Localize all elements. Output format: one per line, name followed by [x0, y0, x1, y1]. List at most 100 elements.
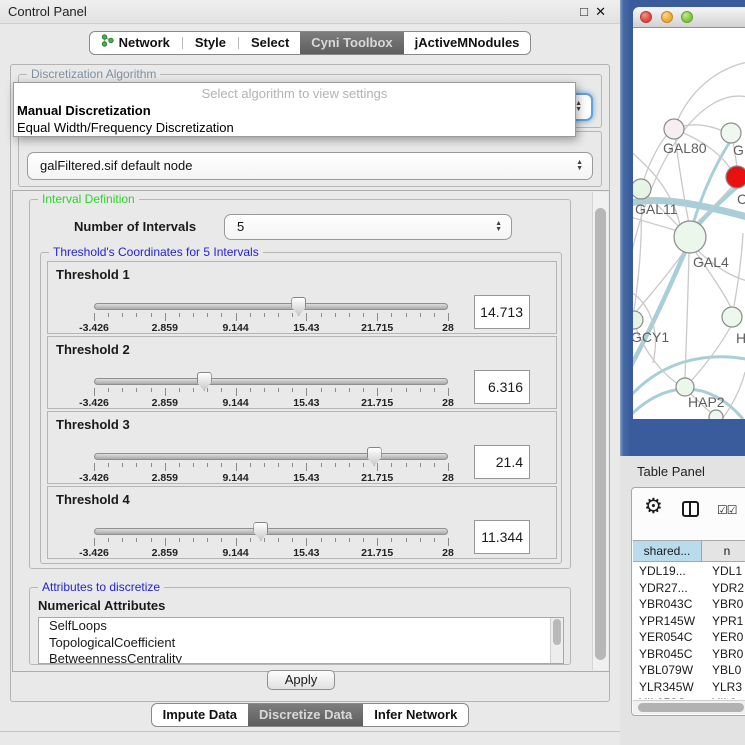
threshold-2-value-field[interactable]: 6.316 [474, 370, 530, 404]
numerical-attributes-label: Numerical Attributes [38, 598, 165, 613]
table-cell-shared[interactable]: YER054C [633, 629, 702, 646]
threshold-3-slider-track[interactable] [94, 453, 448, 460]
float-window-icon[interactable]: □ [580, 4, 588, 19]
network-node[interactable] [633, 311, 643, 329]
threshold-1-slider-track[interactable] [94, 303, 448, 310]
threshold-3-value-field[interactable]: 21.4 [474, 445, 530, 479]
table-cell-name[interactable]: YBR0 [702, 596, 745, 613]
attribute-list-item[interactable]: TopologicalCoefficient [39, 635, 563, 652]
table-row[interactable]: YBR043CYBR0 [633, 596, 745, 613]
table-row[interactable]: YER054CYER0 [633, 629, 745, 646]
table-row[interactable]: YDR27...YDR2 [633, 580, 745, 597]
tab-discretize-data[interactable]: Discretize Data [248, 704, 363, 726]
dropdown-option-equal-width-frequency[interactable]: Equal Width/Frequency Discretization [17, 120, 234, 135]
threshold-2-slider-track[interactable] [94, 378, 448, 385]
tab-cyni-toolbox[interactable]: Cyni Toolbox [300, 32, 403, 54]
number-of-intervals-combobox[interactable]: 5 ▲▼ [224, 214, 512, 240]
tab-impute-data[interactable]: Impute Data [152, 704, 248, 726]
checkbox-icons[interactable]: ☑☑ [717, 503, 737, 517]
tab-network[interactable]: Network [90, 32, 181, 54]
horizontal-scrollbar[interactable] [633, 700, 745, 714]
table-cell-name[interactable]: YBR0 [702, 646, 745, 663]
split-column-icon[interactable] [682, 501, 699, 517]
tick-mark [151, 538, 152, 542]
tick-mark [306, 313, 307, 321]
network-node-label: GCY1 [633, 329, 669, 345]
zoom-traffic-light[interactable] [681, 11, 693, 23]
tick-mark [221, 463, 222, 467]
table-row[interactable]: YBL079WYBL0 [633, 662, 745, 679]
close-icon[interactable]: ✕ [595, 4, 606, 20]
table-cell-name[interactable]: YBL0 [702, 662, 745, 679]
tick-mark [179, 313, 180, 317]
table-row[interactable]: YLR345WYLR3 [633, 679, 745, 696]
tick-mark [221, 388, 222, 392]
thresholds-coordinates-label: Threshold's Coordinates for 5 Intervals [49, 245, 263, 259]
network-node[interactable] [709, 410, 723, 419]
tick-mark [292, 538, 293, 542]
tick-mark [193, 313, 194, 317]
table-row[interactable]: YPR145WYPR1 [633, 613, 745, 630]
vertical-scrollbar[interactable] [592, 192, 608, 670]
tick-mark [420, 388, 421, 392]
network-node[interactable] [664, 119, 684, 139]
attribute-list-item[interactable]: BetweennessCentrality [39, 651, 563, 664]
threshold-4-value-field[interactable]: 11.344 [474, 520, 530, 554]
table-header-name[interactable]: n [702, 541, 745, 561]
table-data-combobox[interactable]: galFiltered.sif default node ▲▼ [27, 152, 593, 180]
tab-jactivemnodules[interactable]: jActiveMNodules [404, 32, 531, 54]
apply-button[interactable]: Apply [267, 670, 335, 690]
table-cell-shared[interactable]: YBL079W [633, 662, 702, 679]
network-node[interactable] [674, 221, 706, 253]
table-header-shared[interactable]: shared... [633, 541, 702, 561]
table-cell-name[interactable]: YDR2 [702, 580, 745, 597]
table-cell-name[interactable]: YLR3 [702, 679, 745, 696]
table-cell-shared[interactable]: YPR145W [633, 613, 702, 630]
table-cell-name[interactable]: YER0 [702, 629, 745, 646]
tab-select[interactable]: Select [240, 32, 300, 54]
threshold-1-value-field[interactable]: 14.713 [474, 295, 530, 329]
dropdown-option-manual-discretization[interactable]: Manual Discretization [17, 103, 151, 118]
tick-mark [391, 538, 392, 542]
tick-mark [335, 313, 336, 317]
table-cell-shared[interactable]: YBR045C [633, 646, 702, 663]
table-cell-shared[interactable]: YIL052C [633, 695, 702, 699]
dropdown-placeholder-option[interactable]: Select algorithm to view settings [14, 86, 575, 101]
close-traffic-light[interactable] [640, 11, 652, 23]
network-node[interactable] [722, 307, 742, 327]
network-view-canvas[interactable]: GAL80G.CGAL11GAL4GCY1HHAP2 [633, 28, 745, 419]
spinner-arrows-icon: ▲▼ [575, 101, 582, 113]
tick-mark [434, 463, 435, 467]
table-cell-shared[interactable]: YDR27... [633, 580, 702, 597]
list-scrollbar-thumb[interactable] [553, 619, 561, 645]
table-cell-name[interactable]: YIL0 [702, 695, 745, 699]
gear-icon[interactable]: ⚙ [644, 496, 663, 518]
network-node-label: C [737, 191, 745, 207]
threshold-4-label: Threshold 4 [56, 492, 130, 507]
network-window-titlebar[interactable] [633, 7, 745, 28]
threshold-4-slider-track[interactable] [94, 528, 448, 535]
list-scrollbar[interactable] [550, 618, 563, 663]
horizontal-scrollbar-thumb[interactable] [638, 703, 744, 712]
table-row[interactable]: YBR045CYBR0 [633, 646, 745, 663]
tab-cyni-toolbox-label: Cyni Toolbox [311, 32, 392, 54]
tab-impute-data-label: Impute Data [163, 704, 237, 726]
number-of-intervals-label: Number of Intervals [74, 219, 196, 234]
table-cell-shared[interactable]: YLR345W [633, 679, 702, 696]
attribute-list-item[interactable]: SelfLoops [39, 618, 563, 635]
network-node[interactable] [721, 123, 741, 143]
table-cell-name[interactable]: YDL1 [702, 563, 745, 580]
table-cell-shared[interactable]: YBR043C [633, 596, 702, 613]
network-node[interactable] [726, 166, 745, 188]
minimize-traffic-light[interactable] [661, 11, 673, 23]
tab-style[interactable]: Style [184, 32, 237, 54]
tick-mark [151, 388, 152, 392]
tick-mark [278, 388, 279, 392]
table-cell-shared[interactable]: YDL19... [633, 563, 702, 580]
network-node[interactable] [633, 179, 651, 199]
table-row[interactable]: YDL19...YDL1 [633, 563, 745, 580]
tab-infer-network[interactable]: Infer Network [363, 704, 468, 726]
table-cell-name[interactable]: YPR1 [702, 613, 745, 630]
vertical-scrollbar-thumb[interactable] [595, 208, 606, 660]
table-row[interactable]: YIL052CYIL0 [633, 695, 745, 699]
